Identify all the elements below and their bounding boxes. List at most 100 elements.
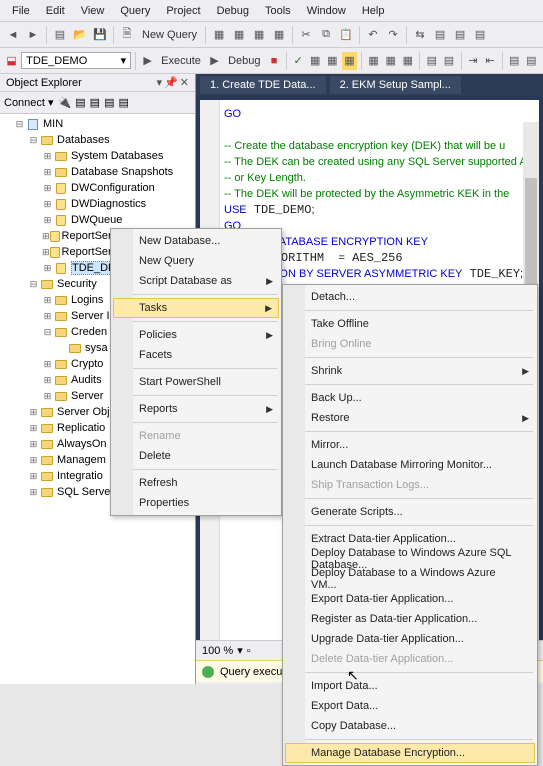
menu-view[interactable]: View (73, 3, 113, 19)
ctx-script-as[interactable]: Script Database as▶ (113, 271, 279, 291)
tree-item[interactable]: Replicatio (57, 422, 105, 434)
tree-item[interactable]: sysa (85, 342, 108, 354)
ctx-take-offline[interactable]: Take Offline (285, 314, 535, 334)
conn-icon-2[interactable]: ▤ (75, 96, 85, 109)
ctx-export-dac[interactable]: Export Data-tier Application... (285, 589, 535, 609)
ctx-detach[interactable]: Detach... (285, 287, 535, 307)
tree-item[interactable]: Server Obj (57, 406, 110, 418)
execute-button[interactable]: Execute (157, 55, 205, 67)
ctx-deploy-azure-sql[interactable]: Deploy Database to Windows Azure SQL Dat… (285, 549, 535, 569)
debug-icon[interactable]: ▶ (207, 52, 222, 70)
indent-icon[interactable]: ⇥ (465, 52, 480, 70)
ctx-deploy-azure-vm[interactable]: Deploy Database to a Windows Azure VM... (285, 569, 535, 589)
ctx-mirror[interactable]: Mirror... (285, 435, 535, 455)
tree-item[interactable]: Crypto (71, 358, 103, 370)
results-text-icon[interactable]: ▦ (383, 52, 398, 70)
tb2-icon-x[interactable]: ▤ (507, 52, 522, 70)
menu-tools[interactable]: Tools (257, 3, 299, 19)
paste-icon[interactable]: 📋 (337, 26, 355, 44)
tree-item[interactable]: Server I (71, 310, 110, 322)
execute-icon[interactable]: ▶ (140, 52, 155, 70)
tb-icon-c[interactable]: ▤ (451, 26, 469, 44)
ctx-import-data[interactable]: Import Data... (285, 676, 535, 696)
redo-icon[interactable]: ↷ (384, 26, 402, 44)
connect-button[interactable]: Connect ▾ (4, 96, 54, 109)
ctx-restore[interactable]: Restore▶ (285, 408, 535, 428)
dropdown-icon[interactable]: ▾ (157, 76, 163, 89)
chevron-down-icon[interactable]: ▾ (237, 644, 243, 657)
ctx-new-database[interactable]: New Database... (113, 231, 279, 251)
tree-item[interactable]: AlwaysOn (57, 438, 107, 450)
tree-item[interactable]: Database Snapshots (71, 166, 173, 178)
ctx-properties[interactable]: Properties (113, 493, 279, 513)
conn-icon-4[interactable]: ▤ (104, 96, 114, 109)
ctx-refresh[interactable]: Refresh (113, 473, 279, 493)
open-icon[interactable]: 📂 (71, 26, 89, 44)
tb2-icon-3[interactable]: ▦ (325, 52, 340, 70)
tree-item[interactable]: Creden (71, 326, 107, 338)
tb-icon-d[interactable]: ▤ (471, 26, 489, 44)
save-icon[interactable]: 💾 (91, 26, 109, 44)
ctx-facets[interactable]: Facets (113, 345, 279, 365)
tree-item[interactable]: DWQueue (71, 214, 122, 226)
ctx-manage-encryption[interactable]: Manage Database Encryption... (285, 743, 535, 763)
server-node[interactable]: MIN (43, 118, 63, 130)
results-file-icon[interactable]: ▦ (400, 52, 415, 70)
tree-item[interactable]: Logins (71, 294, 103, 306)
tree-item[interactable]: Server (71, 390, 103, 402)
tree-item[interactable]: DWConfiguration (71, 182, 155, 194)
menu-project[interactable]: Project (158, 3, 208, 19)
tb-icon-b[interactable]: ▤ (431, 26, 449, 44)
tb2-icon-2[interactable]: ▦ (308, 52, 323, 70)
new-query-button[interactable]: New Query (138, 29, 201, 41)
ctx-powershell[interactable]: Start PowerShell (113, 372, 279, 392)
tree-item[interactable]: Integratio (57, 470, 103, 482)
ctx-new-query[interactable]: New Query (113, 251, 279, 271)
zoom-combo[interactable]: 100 % (202, 645, 233, 657)
ctx-extract-dac[interactable]: Extract Data-tier Application... (285, 529, 535, 549)
tb2-icon-1[interactable]: ⬓ (4, 52, 19, 70)
ctx-generate-scripts[interactable]: Generate Scripts... (285, 502, 535, 522)
conn-icon-1[interactable]: 🔌 (58, 96, 72, 109)
ctx-backup[interactable]: Back Up... (285, 388, 535, 408)
ctx-tasks[interactable]: Tasks▶ (113, 298, 279, 318)
ctx-policies[interactable]: Policies▶ (113, 325, 279, 345)
tree-item[interactable]: Audits (71, 374, 102, 386)
databases-node[interactable]: Databases (57, 134, 110, 146)
menu-help[interactable]: Help (354, 3, 393, 19)
nav-fwd-icon[interactable]: ► (24, 26, 42, 44)
tb-icon-2[interactable]: ▦ (230, 26, 248, 44)
tb-icon-4[interactable]: ▦ (270, 26, 288, 44)
ctx-reports[interactable]: Reports▶ (113, 399, 279, 419)
ctx-register-dac[interactable]: Register as Data-tier Application... (285, 609, 535, 629)
menu-window[interactable]: Window (299, 3, 354, 19)
new-project-icon[interactable]: ▤ (51, 26, 69, 44)
editor-tab-1[interactable]: 1. Create TDE Data... (200, 76, 326, 94)
ctx-delete[interactable]: Delete (113, 446, 279, 466)
tree-item[interactable]: DWDiagnostics (71, 198, 146, 210)
debug-button[interactable]: Debug (224, 55, 264, 67)
ctx-upgrade-dac[interactable]: Upgrade Data-tier Application... (285, 629, 535, 649)
zoom-slider-icon[interactable]: ▫ (247, 645, 251, 657)
undo-icon[interactable]: ↶ (364, 26, 382, 44)
ctx-copy-database[interactable]: Copy Database... (285, 716, 535, 736)
cut-icon[interactable]: ✂ (297, 26, 315, 44)
tb-icon-1[interactable]: ▦ (210, 26, 228, 44)
database-combo[interactable]: TDE_DEMO▾ (21, 52, 131, 69)
stop-icon[interactable]: ■ (266, 52, 281, 70)
new-query-icon[interactable]: 🗎 (118, 26, 136, 44)
editor-tab-2[interactable]: 2. EKM Setup Sampl... (330, 76, 461, 94)
security-node[interactable]: Security (57, 278, 97, 290)
uncomment-icon[interactable]: ▤ (441, 52, 456, 70)
ctx-mirror-monitor[interactable]: Launch Database Mirroring Monitor... (285, 455, 535, 475)
tb2-icon-y[interactable]: ▤ (524, 52, 539, 70)
outdent-icon[interactable]: ⇤ (483, 52, 498, 70)
tb-icon-3[interactable]: ▦ (250, 26, 268, 44)
parse-icon[interactable]: ✓ (290, 52, 305, 70)
nav-back-icon[interactable]: ◄ (4, 26, 22, 44)
tb-icon-a[interactable]: ⇆ (411, 26, 429, 44)
tree-item[interactable]: SQL Server (57, 486, 114, 498)
menu-debug[interactable]: Debug (209, 3, 257, 19)
comment-icon[interactable]: ▤ (424, 52, 439, 70)
copy-icon[interactable]: ⧉ (317, 26, 335, 44)
